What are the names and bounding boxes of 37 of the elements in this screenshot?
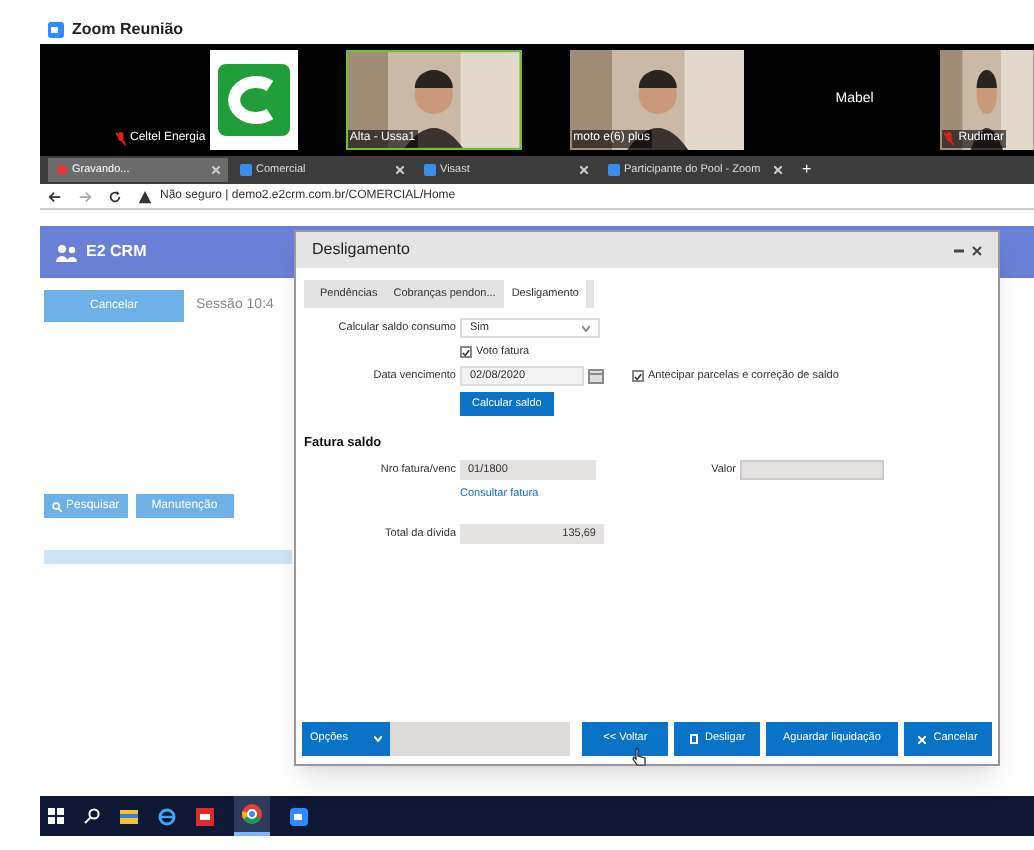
- people-icon: [56, 243, 78, 261]
- search-icon: [52, 501, 62, 511]
- logo-icon: [217, 64, 290, 136]
- search-icon[interactable]: [84, 808, 100, 824]
- record-icon: [56, 164, 68, 176]
- check-icon: [634, 371, 642, 382]
- muted-mic-icon: [944, 132, 955, 146]
- minimize-icon[interactable]: [954, 245, 964, 255]
- windows-start-icon[interactable]: [48, 808, 64, 824]
- back-arrow-icon[interactable]: [48, 189, 62, 203]
- caret-icon: [582, 325, 590, 331]
- tab-icon: [424, 164, 436, 176]
- folder-icon[interactable]: [120, 808, 138, 824]
- check-icon: [462, 347, 470, 358]
- zoom-app-icon[interactable]: [290, 807, 308, 825]
- tab-icon: [240, 164, 252, 176]
- warning-icon: [138, 189, 152, 203]
- calendar-icon[interactable]: [588, 368, 604, 385]
- chrome-icon: [242, 804, 262, 824]
- close-icon[interactable]: [972, 245, 982, 255]
- dialog-title: Desligamento: [312, 238, 410, 262]
- checkbox[interactable]: [460, 346, 472, 359]
- new-tab-button[interactable]: +: [802, 158, 812, 182]
- muted-mic-icon: [116, 132, 126, 146]
- document-icon: [689, 734, 698, 744]
- tab-icon: [608, 164, 620, 176]
- checkbox[interactable]: [632, 370, 644, 383]
- app-brand: E2 CRM: [86, 240, 147, 264]
- reload-icon[interactable]: [108, 189, 122, 203]
- taskbar-item[interactable]: [234, 796, 270, 836]
- browser-icon[interactable]: [158, 807, 176, 825]
- close-icon: [917, 735, 926, 743]
- video-app-icon[interactable]: [196, 807, 214, 825]
- zoom-logo-icon: [48, 22, 64, 38]
- input-field[interactable]: [740, 460, 884, 480]
- window-title: Zoom Reunião: [72, 18, 184, 42]
- caret-icon: [373, 736, 382, 742]
